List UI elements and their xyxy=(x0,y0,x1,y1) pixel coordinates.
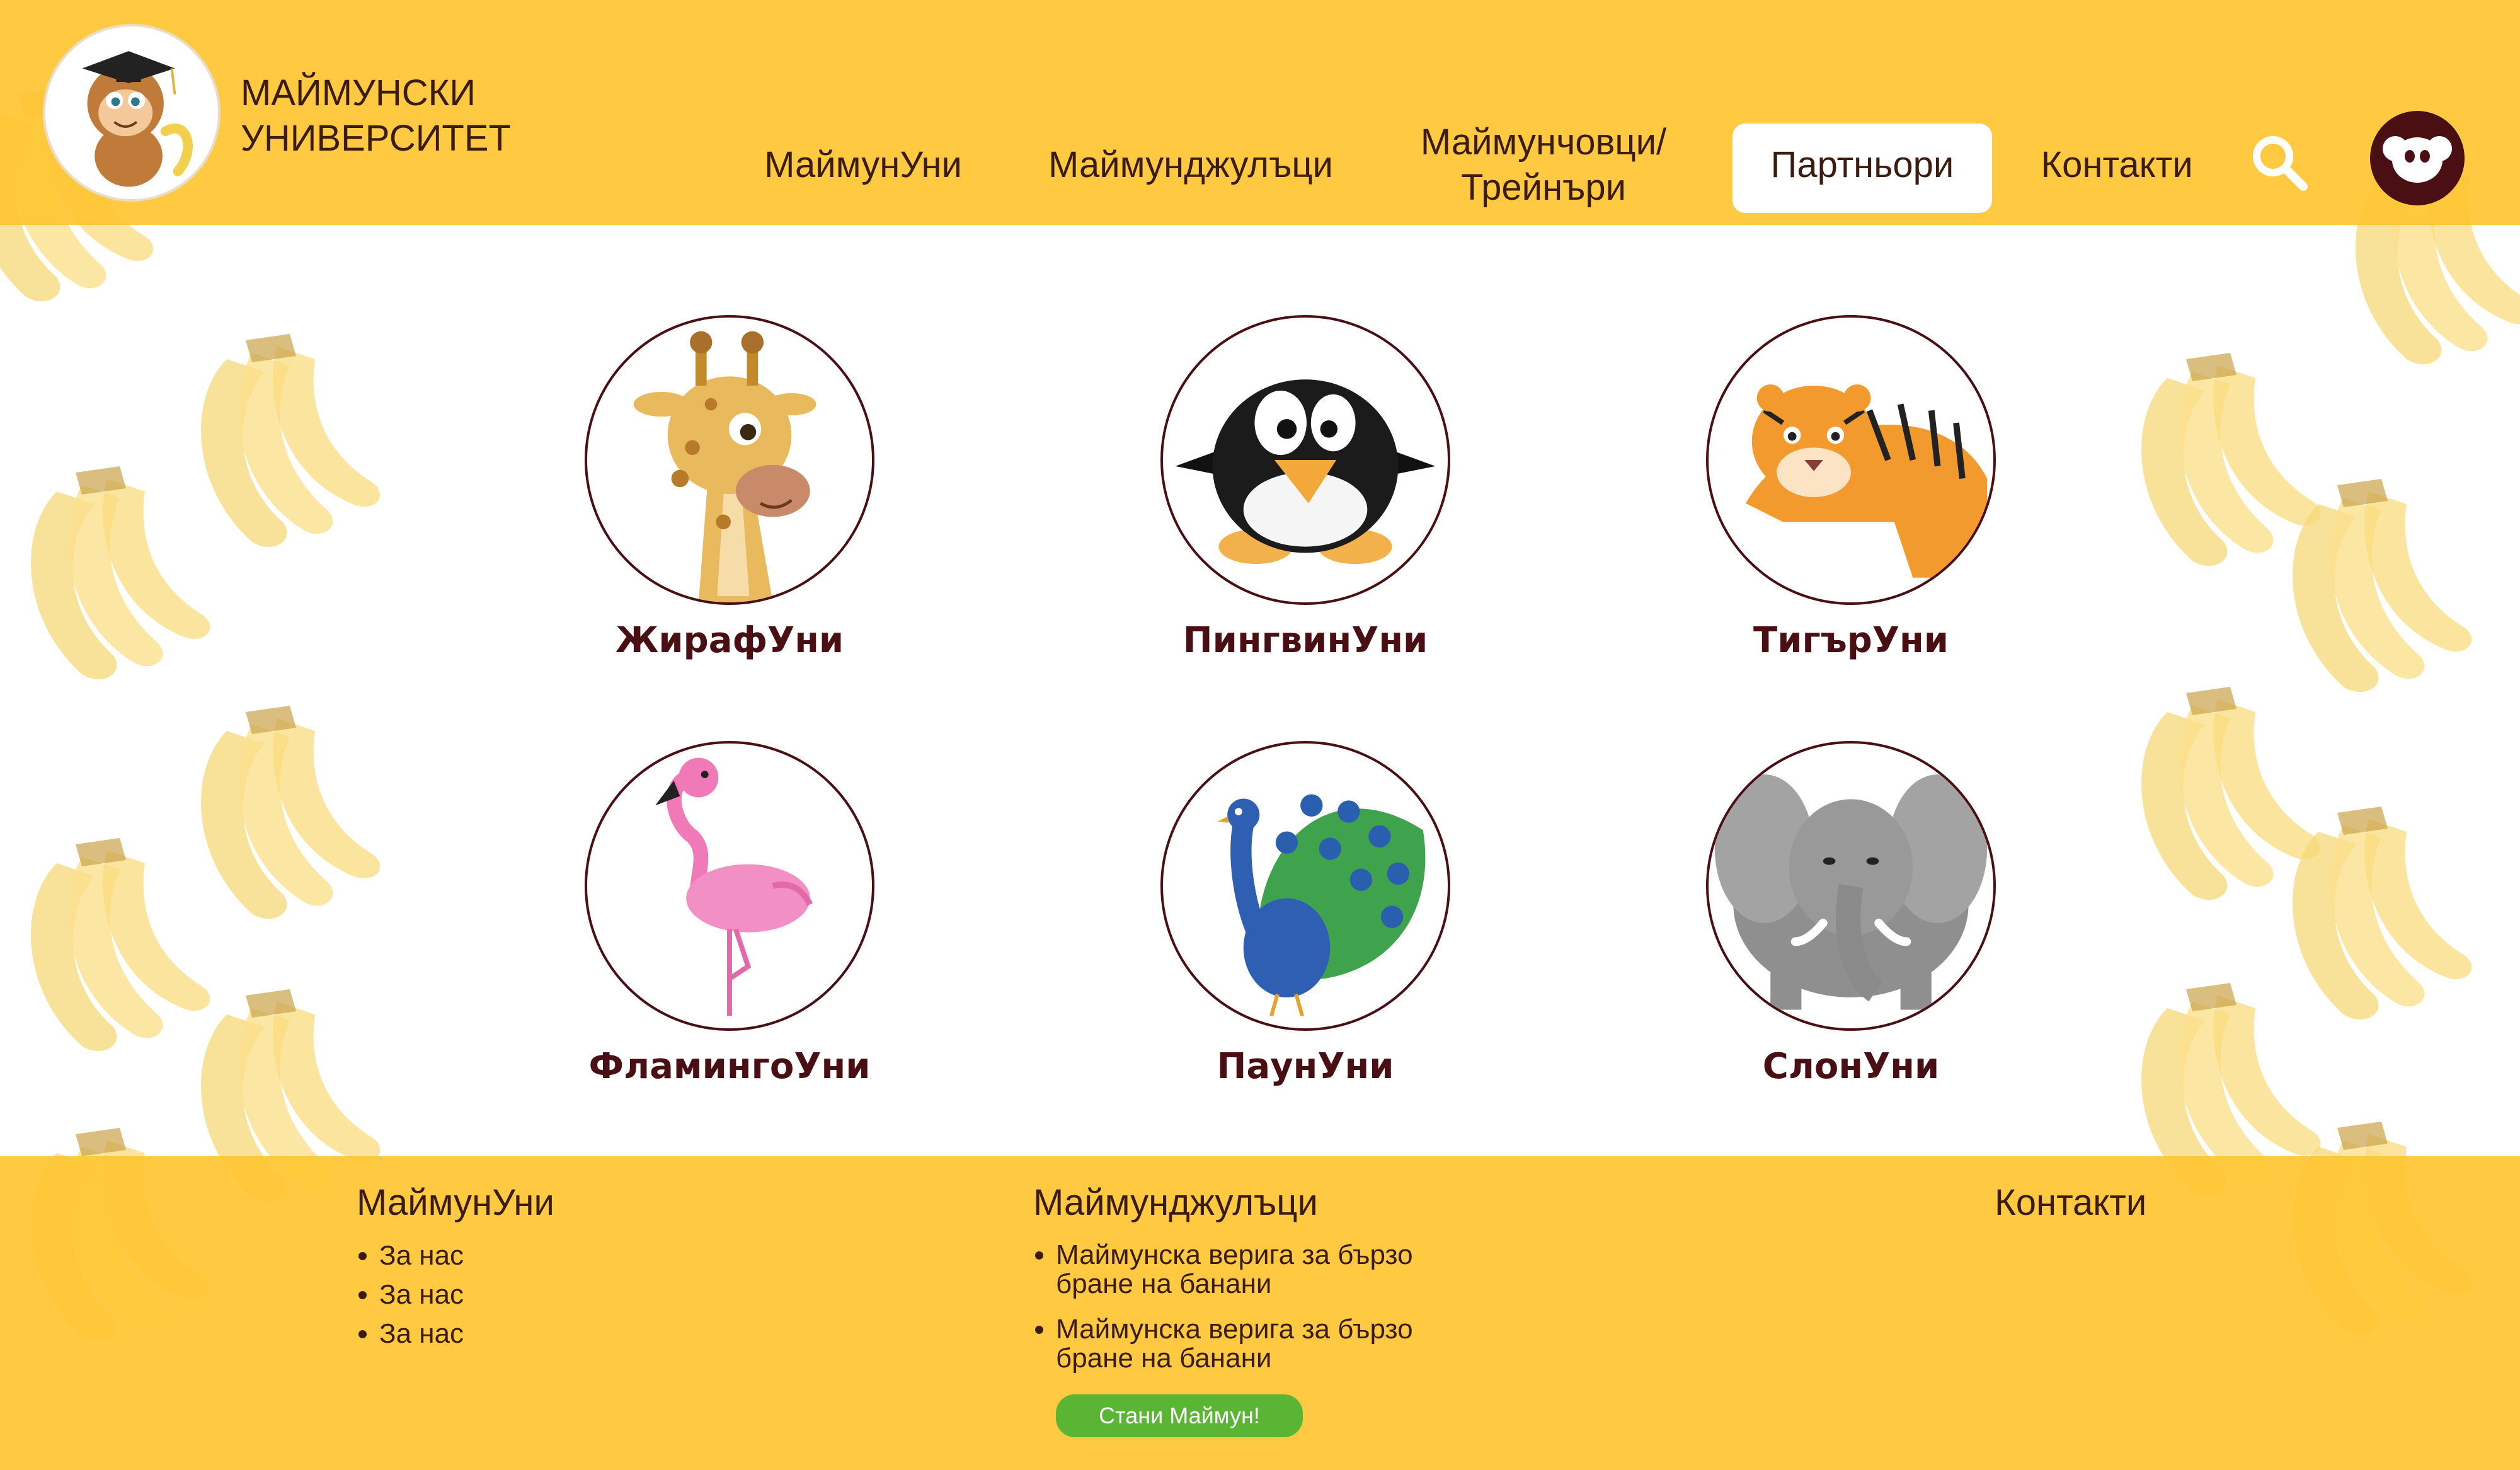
giraffe-icon xyxy=(585,315,874,605)
footer-title-maimununi[interactable]: МаймунУни xyxy=(357,1181,554,1224)
partner-card-elephant[interactable]: СлонУни xyxy=(1700,741,2002,1087)
footer-links-maimununi: За нас За нас За нас xyxy=(357,1241,464,1358)
tiger-icon xyxy=(1706,315,1996,605)
penguin-icon xyxy=(1160,315,1450,605)
partner-label: ФламингоУни xyxy=(588,1046,871,1087)
partner-label: ПаунУни xyxy=(1217,1046,1394,1087)
nav-item-maimundzhultsi[interactable]: Маймунджулъци xyxy=(1033,142,1348,188)
footer-title-maimundzhultsi[interactable]: Маймунджулъци xyxy=(1033,1181,1318,1224)
footer-link[interactable]: За нас xyxy=(379,1241,464,1271)
partner-card-peacock[interactable]: ПаунУни xyxy=(1154,741,1457,1087)
partner-label: СлонУни xyxy=(1762,1046,1940,1087)
flamingo-icon xyxy=(585,741,874,1031)
footer-link[interactable]: Маймунска верига за бързо бране на банан… xyxy=(1056,1315,1446,1373)
footer-title-contacts[interactable]: Контакти xyxy=(1995,1181,2146,1224)
footer-link[interactable]: Маймунска верига за бързо бране на банан… xyxy=(1056,1241,1446,1299)
nav-item-trainers[interactable]: Маймунчовци/ Трейнъри xyxy=(1386,120,1701,210)
search-icon[interactable] xyxy=(2248,131,2311,194)
become-monkey-button[interactable]: Стани Маймун! xyxy=(1056,1394,1303,1437)
elephant-icon xyxy=(1706,741,1996,1031)
partner-label: ТигърУни xyxy=(1753,620,1949,661)
site-header: МАЙМУНСКИ УНИВЕРСИТЕТ МаймунУни Маймундж… xyxy=(0,0,2520,225)
monkey-graduate-logo-icon xyxy=(82,51,193,187)
partner-card-penguin[interactable]: ПингвинУни xyxy=(1154,315,1457,661)
nav-item-contacts[interactable]: Контакти xyxy=(2029,142,2205,188)
partner-card-tiger[interactable]: ТигърУни xyxy=(1700,315,2002,661)
peacock-icon xyxy=(1160,741,1450,1031)
brand-name: МАЙМУНСКИ УНИВЕРСИТЕТ xyxy=(241,72,511,159)
nav-item-partners[interactable]: Партньори xyxy=(1732,142,1992,188)
footer-link[interactable]: За нас xyxy=(379,1280,464,1310)
partner-card-flamingo[interactable]: ФламингоУни xyxy=(578,741,881,1087)
footer-links-maimundzhultsi: Маймунска верига за бързо бране на банан… xyxy=(1033,1241,1446,1389)
partner-label: ПингвинУни xyxy=(1183,620,1428,661)
site-logo[interactable] xyxy=(43,24,220,202)
partner-card-giraffe[interactable]: ЖирафУни xyxy=(578,315,881,661)
monkey-avatar-icon[interactable] xyxy=(2370,111,2465,205)
footer-link[interactable]: За нас xyxy=(379,1319,464,1349)
partner-label: ЖирафУни xyxy=(615,620,844,661)
nav-item-maimununi[interactable]: МаймунУни xyxy=(756,142,970,188)
